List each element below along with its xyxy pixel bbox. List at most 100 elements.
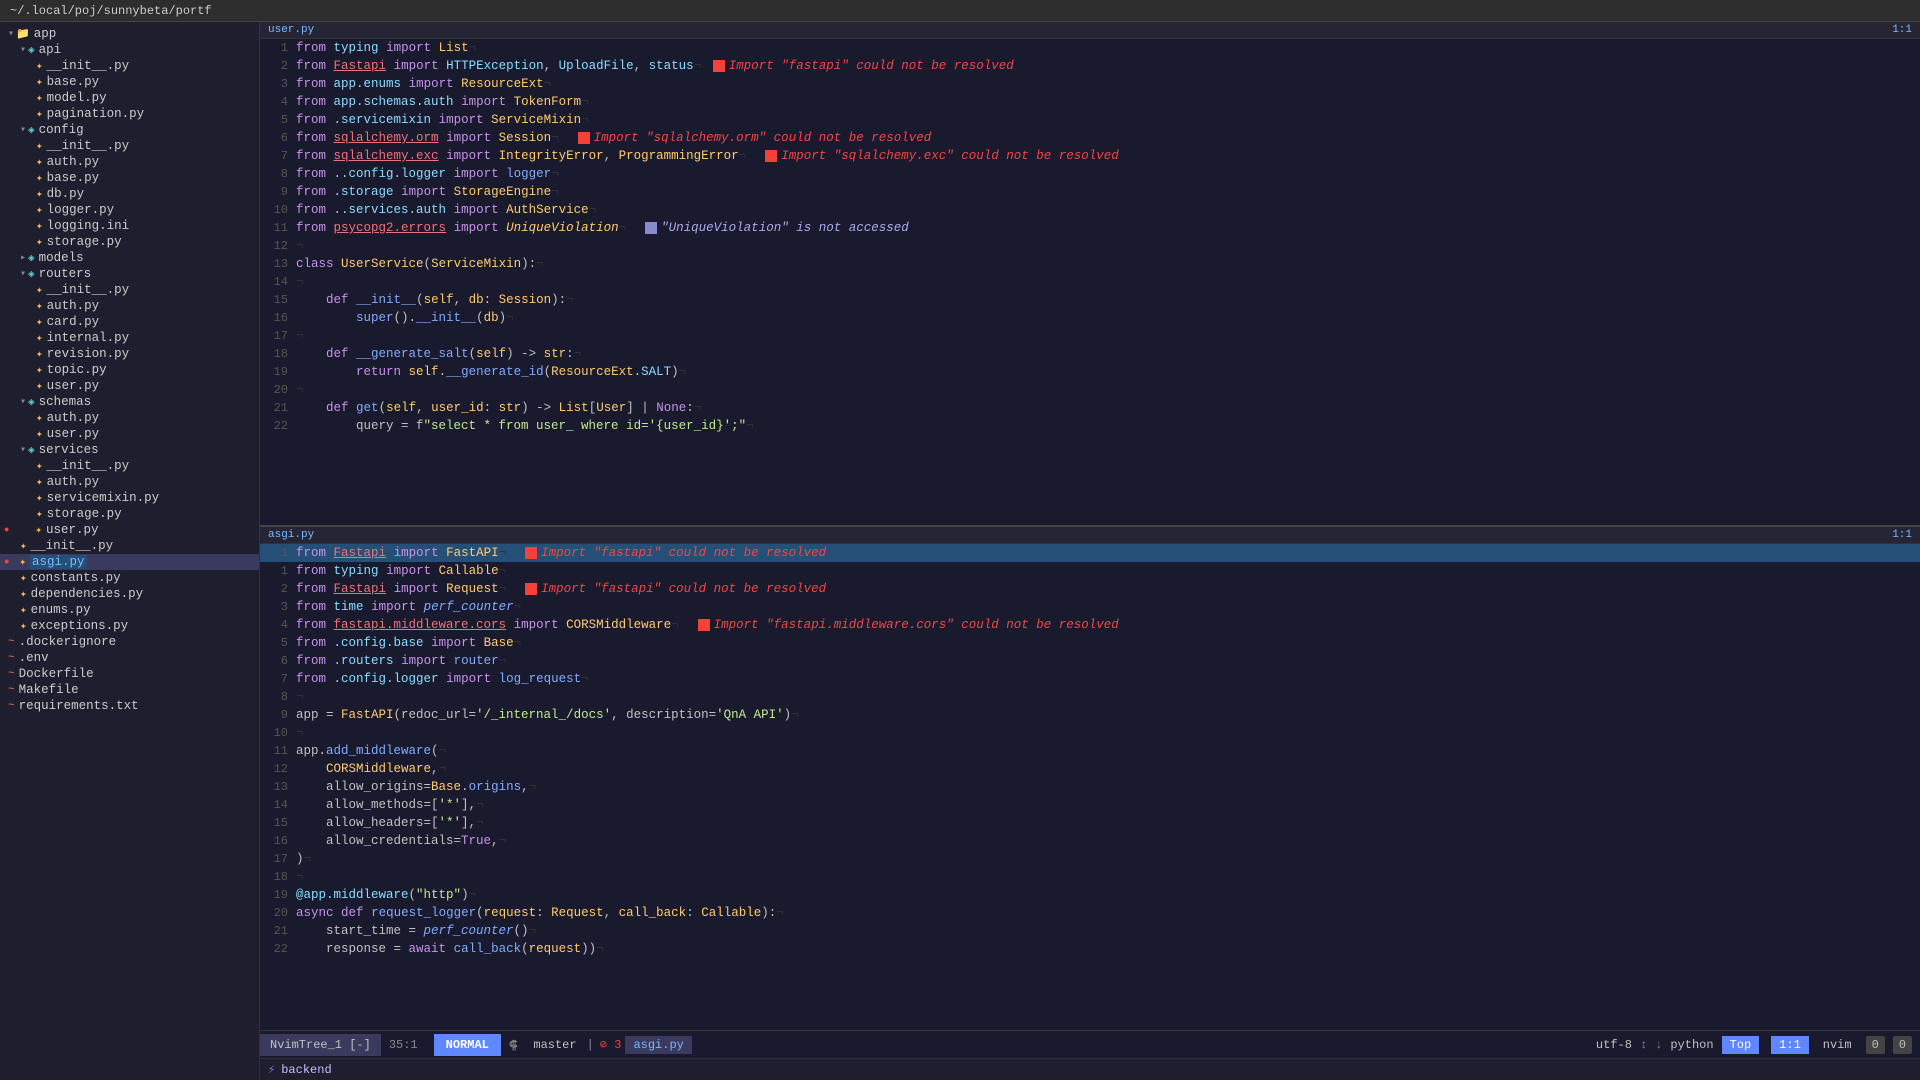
backend-bar: ⚡ backend (260, 1058, 1920, 1080)
nvim-errors: ⊘ 3 (596, 1037, 626, 1052)
file-user-svc-icon: ✦ (35, 523, 42, 537)
sidebar-label-storage2: storage.py (47, 507, 122, 521)
sidebar-label-init2: __init__.py (47, 139, 130, 153)
editor-area: user.py 1:1 1 from typing import List¬ 2… (260, 22, 1920, 1080)
arrow-schemas: ▾ (20, 396, 26, 408)
sidebar-label-auth2: auth.py (47, 299, 100, 313)
code-line-l6: 6 from .routers import router¬ (260, 652, 1920, 670)
sidebar-label-dockerignore: .dockerignore (19, 635, 117, 649)
folder-app-icon: 📁 (16, 27, 30, 41)
sidebar-item-makefile[interactable]: ~ Makefile (0, 682, 259, 698)
sidebar-item-init2[interactable]: ✦ __init__.py (0, 138, 259, 154)
nvim-position: 35:1 (381, 1038, 426, 1052)
sidebar-item-user-router[interactable]: ✦ user.py (0, 378, 259, 394)
sidebar-label-base-py: base.py (47, 171, 100, 185)
sidebar-label-internal: internal.py (47, 331, 130, 345)
code-line-u18: 18 def __generate_salt(self) -> str:¬ (260, 345, 1920, 363)
sidebar-label-routers: routers (39, 267, 92, 281)
nvim-status-bar: NvimTree_1 [-] 35:1 NORMAL ⸿ master | ⊘ … (260, 1030, 1920, 1058)
sidebar-item-db-py[interactable]: ✦ db.py (0, 186, 259, 202)
sidebar-label-asgi: asgi.py (30, 555, 87, 569)
sidebar-item-pagination[interactable]: ✦ pagination.py (0, 106, 259, 122)
arrow-app: ▾ (8, 28, 14, 40)
sidebar-item-base[interactable]: ✦ base.py (0, 74, 259, 90)
code-line-u22: 22 query = f"select * from user_ where i… (260, 417, 1920, 435)
sidebar-label-constants: constants.py (31, 571, 121, 585)
sidebar-item-card[interactable]: ✦ card.py (0, 314, 259, 330)
sidebar-item-auth2[interactable]: ✦ auth.py (0, 298, 259, 314)
file-servicemixin-icon: ✦ (36, 491, 43, 505)
sidebar-item-user-schema[interactable]: ✦ user.py (0, 426, 259, 442)
upper-code-view[interactable]: 1 from typing import List¬ 2 from Fastap… (260, 39, 1920, 525)
sidebar-item-auth3[interactable]: ✦ auth.py (0, 410, 259, 426)
sidebar-item-dependencies[interactable]: ✦ dependencies.py (0, 586, 259, 602)
file-dockerfile-icon: ~ (8, 668, 15, 680)
code-line-u2: 2 from Fastapi import HTTPException, Upl… (260, 57, 1920, 75)
sidebar-item-asgi[interactable]: ● ✦ asgi.py (0, 554, 259, 570)
code-line-u12: 12 ¬ (260, 237, 1920, 255)
sidebar-item-config[interactable]: ▾ ◈ config (0, 122, 259, 138)
sidebar-label-topic: topic.py (47, 363, 107, 377)
sidebar-item-enums[interactable]: ✦ enums.py (0, 602, 259, 618)
sidebar-item-init3[interactable]: ✦ __init__.py (0, 282, 259, 298)
sidebar-item-topic[interactable]: ✦ topic.py (0, 362, 259, 378)
sidebar-item-user-svc[interactable]: ● ✦ user.py (0, 522, 259, 538)
sidebar-item-storage-py[interactable]: ✦ storage.py (0, 234, 259, 250)
sidebar-item-env[interactable]: ~ .env (0, 650, 259, 666)
sidebar-label-api: api (39, 43, 62, 57)
sidebar-label-init4: __init__.py (47, 459, 130, 473)
nvim-pipe: | (585, 1038, 596, 1052)
file-internal-icon: ✦ (36, 331, 43, 345)
sidebar-item-auth4[interactable]: ✦ auth.py (0, 474, 259, 490)
file-topic-icon: ✦ (36, 363, 43, 377)
sidebar-item-auth-py[interactable]: ✦ auth.py (0, 154, 259, 170)
sidebar-label-exceptions: exceptions.py (31, 619, 129, 633)
sidebar-item-storage2[interactable]: ✦ storage.py (0, 506, 259, 522)
sidebar-item-schemas[interactable]: ▾ ◈ schemas (0, 394, 259, 410)
sidebar-item-internal[interactable]: ✦ internal.py (0, 330, 259, 346)
sidebar-item-servicemixin[interactable]: ✦ servicemixin.py (0, 490, 259, 506)
code-line-u15: 15 def __init__(self, db: Session):¬ (260, 291, 1920, 309)
code-line-l15: 15 allow_headers=['*'],¬ (260, 814, 1920, 832)
sidebar-item-model[interactable]: ✦ model.py (0, 90, 259, 106)
lower-code-view[interactable]: 1 from Fastapi import FastAPI¬ Import "f… (260, 544, 1920, 1030)
sidebar-item-app[interactable]: ▾ 📁 app (0, 26, 259, 42)
file-dockerignore-icon: ~ (8, 636, 15, 648)
sidebar-label-init3: __init__.py (47, 283, 130, 297)
file-db-icon: ✦ (36, 187, 43, 201)
sidebar-item-init5[interactable]: ✦ __init__.py (0, 538, 259, 554)
file-logging-icon: ✦ (36, 219, 43, 233)
sidebar-label-makefile: Makefile (19, 683, 79, 697)
sidebar-item-exceptions[interactable]: ✦ exceptions.py (0, 618, 259, 634)
sidebar-item-models[interactable]: ▸ ◈ models (0, 250, 259, 266)
lower-editor: asgi.py 1:1 1 from Fastapi import FastAP… (260, 527, 1920, 1030)
sidebar-item-dockerignore[interactable]: ~ .dockerignore (0, 634, 259, 650)
sidebar-item-init4[interactable]: ✦ __init__.py (0, 458, 259, 474)
folder-schemas-icon: ◈ (28, 395, 35, 409)
code-line-u11: 11 from psycopg2.errors import UniqueVio… (260, 219, 1920, 237)
sidebar-item-dockerfile[interactable]: ~ Dockerfile (0, 666, 259, 682)
code-line-u7: 7 from sqlalchemy.exc import IntegrityEr… (260, 147, 1920, 165)
file-makefile-icon: ~ (8, 684, 15, 696)
sidebar-item-constants[interactable]: ✦ constants.py (0, 570, 259, 586)
code-line-l1b: 1 from typing import Callable¬ (260, 562, 1920, 580)
file-init5-icon: ✦ (20, 539, 27, 553)
folder-routers-icon: ◈ (28, 267, 35, 281)
file-asgi-icon: ✦ (19, 555, 26, 569)
sidebar-item-routers[interactable]: ▾ ◈ routers (0, 266, 259, 282)
file-init4-icon: ✦ (36, 459, 43, 473)
sidebar-item-init1[interactable]: ✦ __init__.py (0, 58, 259, 74)
nvim-git-label: master (525, 1038, 584, 1052)
sidebar-item-requirements[interactable]: ~ requirements.txt (0, 698, 259, 714)
sidebar-item-logger-py[interactable]: ✦ logger.py (0, 202, 259, 218)
sidebar-item-revision[interactable]: ✦ revision.py (0, 346, 259, 362)
sidebar-item-services[interactable]: ▾ ◈ services (0, 442, 259, 458)
code-line-u5: 5 from .servicemixin import ServiceMixin… (260, 111, 1920, 129)
backend-icon: ⚡ (268, 1062, 275, 1077)
code-line-u10: 10 from ..services.auth import AuthServi… (260, 201, 1920, 219)
sidebar-item-api[interactable]: ▾ ◈ api (0, 42, 259, 58)
sidebar-item-logging-ini[interactable]: ✦ logging.ini (0, 218, 259, 234)
title-bar: ~/.local/poj/sunnybeta/portf (0, 0, 1920, 22)
sidebar-item-base-py[interactable]: ✦ base.py (0, 170, 259, 186)
sidebar-label-app: app (34, 27, 57, 41)
